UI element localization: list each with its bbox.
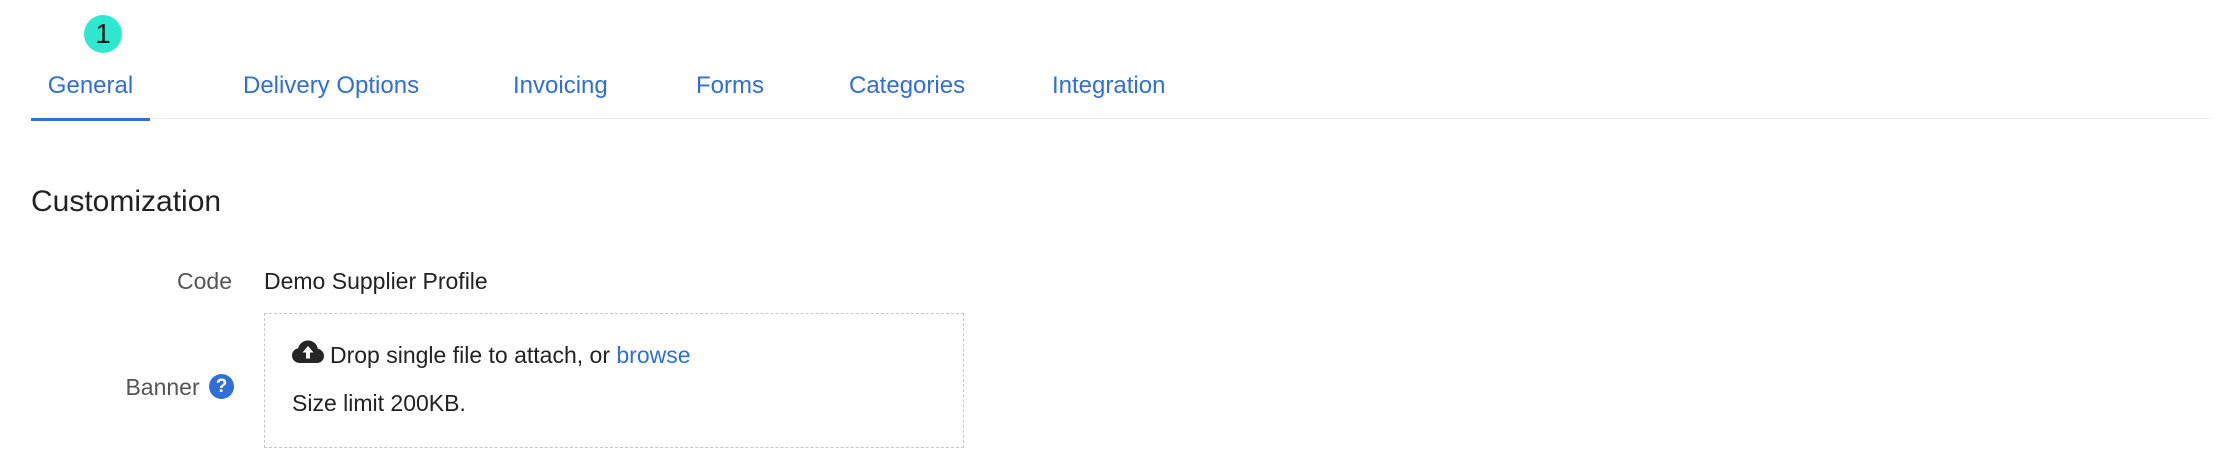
tab-general[interactable]: General bbox=[31, 60, 150, 121]
tab-forms[interactable]: Forms bbox=[696, 60, 764, 118]
tab-invoicing[interactable]: Invoicing bbox=[513, 60, 608, 118]
help-icon[interactable]: ? bbox=[209, 374, 234, 400]
browse-link[interactable]: browse bbox=[616, 342, 690, 368]
code-label: Code bbox=[177, 268, 232, 294]
tab-integration[interactable]: Integration bbox=[1052, 60, 1165, 118]
supplier-profile-page: 1 General Delivery Options Invoicing For… bbox=[0, 0, 2226, 468]
section-title: Customization bbox=[31, 185, 222, 218]
cloud-upload-icon bbox=[292, 340, 324, 370]
tab-bar: General Delivery Options Invoicing Forms… bbox=[31, 60, 2211, 121]
size-limit-text: Size limit 200KB. bbox=[292, 390, 466, 416]
banner-label: Banner bbox=[125, 374, 200, 400]
drop-text: Drop single file to attach, or bbox=[330, 342, 610, 369]
step-badge: 1 bbox=[84, 15, 122, 53]
banner-label-group: Banner ? bbox=[125, 374, 234, 401]
banner-dropzone[interactable]: Drop single file to attach, or browse Si… bbox=[264, 313, 964, 448]
tab-categories[interactable]: Categories bbox=[849, 60, 965, 118]
drop-instructions: Drop single file to attach, or browse bbox=[292, 340, 691, 372]
code-value: Demo Supplier Profile bbox=[264, 268, 488, 294]
tab-delivery-options[interactable]: Delivery Options bbox=[243, 60, 419, 118]
